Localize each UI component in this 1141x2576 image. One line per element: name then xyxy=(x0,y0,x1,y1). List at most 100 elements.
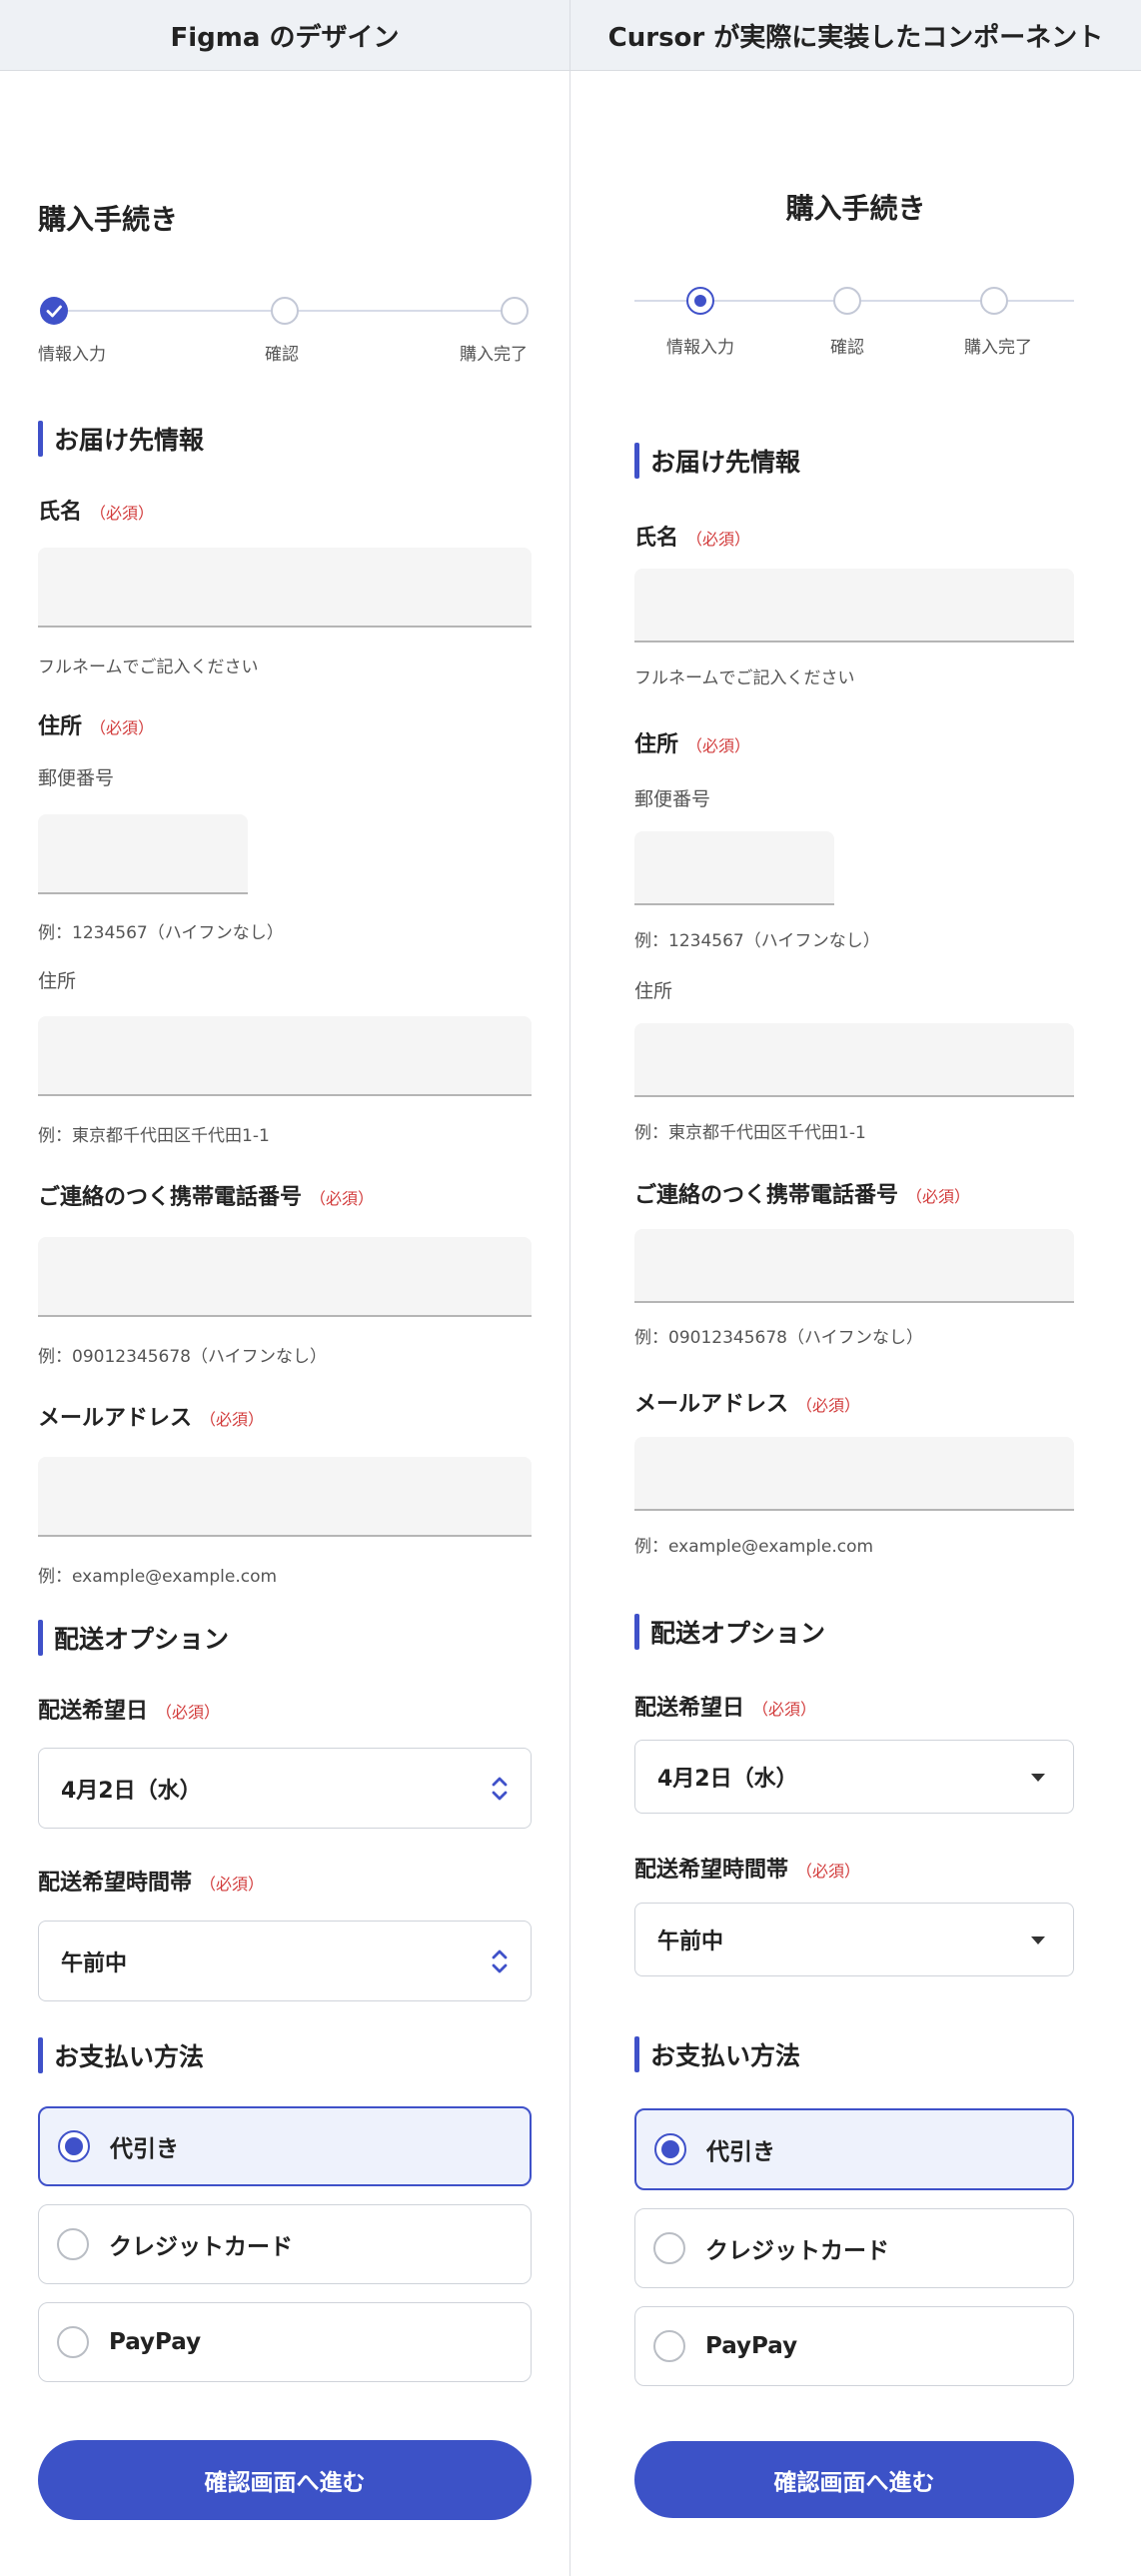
step-1-current xyxy=(686,287,714,315)
step-2-pending xyxy=(271,297,299,325)
radio-unselected[interactable] xyxy=(653,2330,685,2362)
phone-label: ご連絡のつく携帯電話番号 （必須） xyxy=(38,1185,375,1210)
required-badge: （必須） xyxy=(310,1189,375,1208)
payment-option-label: PayPay xyxy=(705,2333,798,2359)
step-label-input: 情報入力 xyxy=(38,345,106,365)
delivery-time-value: 午前中 xyxy=(61,1950,128,1976)
required-badge: （必須） xyxy=(686,736,751,755)
check-icon xyxy=(46,305,62,318)
delivery-time-select[interactable]: 午前中 xyxy=(634,1903,1074,1976)
delivery-time-value: 午前中 xyxy=(657,1930,724,1954)
required-badge: （必須） xyxy=(200,1875,265,1894)
phone-hint: 例：09012345678（ハイフンなし） xyxy=(38,1347,327,1367)
street-address-input[interactable] xyxy=(38,1016,532,1096)
address-label: 住所 （必須） xyxy=(634,732,751,757)
email-label: メールアドレス （必須） xyxy=(38,1406,265,1431)
phone-label: ご連絡のつく携帯電話番号 （必須） xyxy=(634,1183,971,1208)
zip-hint: 例：1234567（ハイフンなし） xyxy=(38,923,284,943)
delivery-date-select[interactable]: 4月2日（水） xyxy=(38,1748,532,1829)
step-2-pending xyxy=(833,287,861,315)
name-input[interactable] xyxy=(634,569,1074,643)
caret-down-icon xyxy=(1031,1774,1045,1782)
radio-selected[interactable] xyxy=(654,2133,686,2165)
step-3-pending xyxy=(980,287,1008,315)
email-label: メールアドレス （必須） xyxy=(634,1392,861,1417)
payment-option-label: PayPay xyxy=(109,2329,202,2355)
delivery-date-select[interactable]: 4月2日（水） xyxy=(634,1740,1074,1814)
required-badge: （必須） xyxy=(90,504,155,523)
delivery-date-value: 4月2日（水） xyxy=(61,1778,202,1804)
zip-label: 郵便番号 xyxy=(38,767,115,789)
proceed-to-confirmation-button[interactable]: 確認画面へ進む xyxy=(634,2441,1074,2518)
payment-option-label: クレジットカード xyxy=(705,2238,889,2264)
name-hint: フルネームでご記入ください xyxy=(634,668,855,688)
step-label-complete: 購入完了 xyxy=(460,345,528,365)
phone-hint: 例：09012345678（ハイフンなし） xyxy=(634,1328,923,1348)
required-badge: （必須） xyxy=(752,1700,817,1719)
email-input[interactable] xyxy=(38,1457,532,1537)
cursor-column-header: Cursor が実際に実装したコンポーネント xyxy=(570,0,1141,71)
zip-input[interactable] xyxy=(38,814,248,894)
zip-hint: 例：1234567（ハイフンなし） xyxy=(634,931,880,951)
phone-input[interactable] xyxy=(634,1229,1074,1303)
payment-option-paypay[interactable]: PayPay xyxy=(38,2302,532,2382)
email-hint: 例：example@example.com xyxy=(38,1567,278,1587)
step-label-input: 情報入力 xyxy=(666,338,734,358)
comparison-view: Figma のデザイン 購入手続き 情報入力 確認 購入完了 お届け先情報 氏名… xyxy=(0,0,1141,2576)
address-label: 住所 （必須） xyxy=(38,714,155,739)
step-3-pending xyxy=(501,297,529,325)
caret-down-icon xyxy=(1031,1936,1045,1944)
step-label-complete: 購入完了 xyxy=(964,338,1032,358)
payment-option-cod[interactable]: 代引き xyxy=(38,2106,532,2186)
cursor-implementation-column: Cursor が実際に実装したコンポーネント 購入手続き 情報入力 確認 購入完… xyxy=(570,0,1141,2576)
radio-unselected[interactable] xyxy=(57,2228,89,2260)
radio-unselected[interactable] xyxy=(653,2232,685,2264)
payment-option-cod[interactable]: 代引き xyxy=(634,2108,1074,2190)
street-address-hint: 例：東京都千代田区千代田1-1 xyxy=(634,1123,866,1143)
section-heading-delivery: お届け先情報 xyxy=(38,421,204,457)
figma-design-column: Figma のデザイン 購入手続き 情報入力 確認 購入完了 お届け先情報 氏名… xyxy=(0,0,570,2576)
name-label: 氏名 （必須） xyxy=(38,500,155,525)
street-address-label: 住所 xyxy=(634,980,673,1002)
section-heading-delivery: お届け先情報 xyxy=(634,443,800,479)
email-hint: 例：example@example.com xyxy=(634,1537,874,1557)
name-label: 氏名 （必須） xyxy=(634,526,751,551)
payment-option-label: 代引き xyxy=(110,2136,179,2162)
name-hint: フルネームでご記入ください xyxy=(38,657,259,677)
phone-input[interactable] xyxy=(38,1237,532,1317)
payment-option-label: 代引き xyxy=(706,2139,775,2165)
required-badge: （必須） xyxy=(200,1410,265,1429)
street-address-hint: 例：東京都千代田区千代田1-1 xyxy=(38,1126,270,1146)
delivery-time-label: 配送希望時間帯 （必須） xyxy=(634,1858,861,1883)
delivery-date-label: 配送希望日 （必須） xyxy=(38,1699,221,1724)
street-address-label: 住所 xyxy=(38,970,77,992)
step-label-confirm: 確認 xyxy=(830,338,864,358)
street-address-input[interactable] xyxy=(634,1023,1074,1097)
step-label-confirm: 確認 xyxy=(265,345,299,365)
name-input[interactable] xyxy=(38,548,532,628)
up-down-chevron-icon xyxy=(492,1949,508,1972)
radio-unselected[interactable] xyxy=(57,2326,89,2358)
required-badge: （必須） xyxy=(90,718,155,737)
delivery-date-label: 配送希望日 （必須） xyxy=(634,1696,817,1721)
section-heading-payment: お支払い方法 xyxy=(38,2037,204,2073)
page-title: 購入手続き xyxy=(38,203,179,236)
proceed-to-confirmation-button[interactable]: 確認画面へ進む xyxy=(38,2440,532,2520)
delivery-time-select[interactable]: 午前中 xyxy=(38,1921,532,2001)
required-badge: （必須） xyxy=(906,1187,971,1206)
section-heading-payment: お支払い方法 xyxy=(634,2036,800,2072)
payment-option-paypay[interactable]: PayPay xyxy=(634,2306,1074,2386)
radio-selected[interactable] xyxy=(58,2130,90,2162)
required-badge: （必須） xyxy=(796,1396,861,1415)
email-input[interactable] xyxy=(634,1437,1074,1511)
section-heading-shipping: 配送オプション xyxy=(38,1620,229,1656)
delivery-time-label: 配送希望時間帯 （必須） xyxy=(38,1871,265,1896)
page-title: 購入手続き xyxy=(785,192,926,225)
step-1-complete xyxy=(40,297,68,325)
figma-column-header: Figma のデザイン xyxy=(0,0,570,71)
section-heading-shipping: 配送オプション xyxy=(634,1614,825,1650)
zip-input[interactable] xyxy=(634,831,834,905)
payment-option-credit-card[interactable]: クレジットカード xyxy=(38,2204,532,2284)
required-badge: （必須） xyxy=(686,530,751,549)
payment-option-credit-card[interactable]: クレジットカード xyxy=(634,2208,1074,2288)
